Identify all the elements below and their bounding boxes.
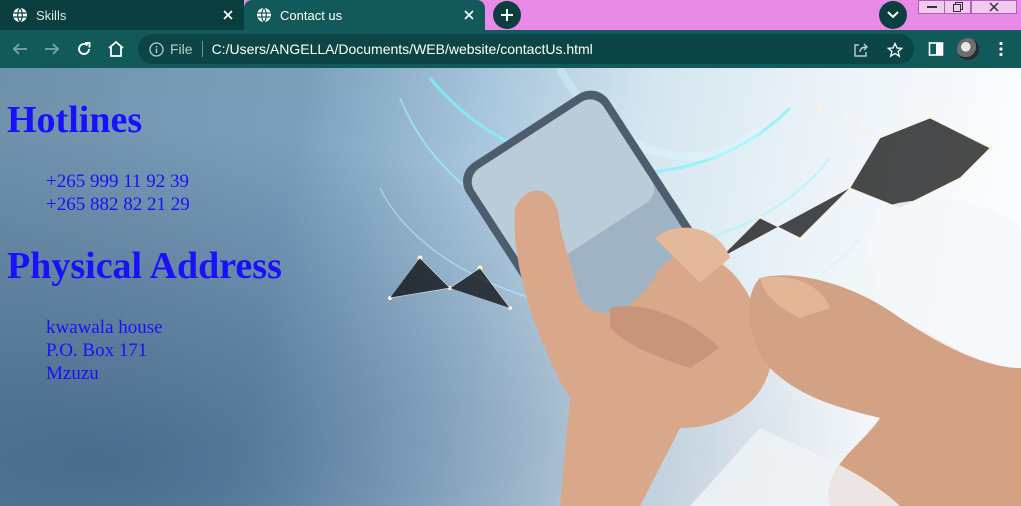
side-panel-icon xyxy=(928,42,944,56)
home-icon xyxy=(108,40,124,57)
close-tab-icon[interactable] xyxy=(461,7,477,23)
address-bar[interactable]: File C:/Users/ANGELLA/Documents/WEB/webs… xyxy=(138,34,914,64)
close-icon xyxy=(989,2,999,12)
address-line: kwawala house xyxy=(46,317,163,338)
reload-button[interactable] xyxy=(72,37,96,61)
plus-icon xyxy=(501,9,513,21)
address-line: P.O. Box 171 xyxy=(46,340,148,361)
phone-number: +265 999 11 92 39 xyxy=(46,171,190,192)
hotlines-heading: Hotlines xyxy=(7,99,143,141)
page-viewport: Hotlines +265 999 11 92 39 +265 882 82 2… xyxy=(0,68,1021,506)
minimize-button[interactable] xyxy=(918,0,945,14)
tab-strip: Skills Contact us xyxy=(0,0,1021,30)
kebab-menu-icon xyxy=(999,41,1003,57)
physical-address-heading: Physical Address xyxy=(7,245,282,287)
scheme-label: File xyxy=(170,41,193,57)
phone-number: +265 882 82 21 29 xyxy=(46,194,190,215)
restore-button[interactable] xyxy=(944,0,971,14)
hotline-numbers: +265 999 11 92 39 +265 882 82 21 29 xyxy=(46,170,190,216)
close-window-button[interactable] xyxy=(971,0,1017,14)
tab-title: Contact us xyxy=(280,7,343,23)
address-line: Mzuzu xyxy=(46,363,99,384)
home-button[interactable] xyxy=(104,37,128,61)
restore-icon xyxy=(952,2,963,12)
browser-toolbar: File C:/Users/ANGELLA/Documents/WEB/webs… xyxy=(0,30,1021,68)
bookmark-star-icon[interactable] xyxy=(886,41,904,59)
url-text[interactable]: C:/Users/ANGELLA/Documents/WEB/website/c… xyxy=(212,41,593,57)
globe-icon xyxy=(257,7,271,23)
tab-contact-us[interactable]: Contact us xyxy=(244,0,485,30)
tab-title: Skills xyxy=(36,7,67,23)
profile-avatar[interactable] xyxy=(957,38,979,60)
address-lines: kwawala house P.O. Box 171 Mzuzu xyxy=(46,316,163,385)
forward-button[interactable] xyxy=(40,37,64,61)
arrow-left-icon xyxy=(12,43,27,55)
tab-skills[interactable]: Skills xyxy=(0,0,244,30)
chevron-down-icon xyxy=(887,11,899,19)
menu-button[interactable] xyxy=(989,37,1013,61)
share-icon[interactable] xyxy=(852,41,870,59)
minimize-icon xyxy=(926,6,937,8)
close-tab-icon[interactable] xyxy=(220,7,236,23)
globe-icon xyxy=(13,7,27,23)
page-content: Hotlines +265 999 11 92 39 +265 882 82 2… xyxy=(0,68,1021,506)
info-icon[interactable] xyxy=(148,41,164,57)
side-panel-button[interactable] xyxy=(924,37,948,61)
arrow-right-icon xyxy=(45,43,60,55)
tab-search-button[interactable] xyxy=(879,1,907,29)
divider xyxy=(201,41,203,57)
reload-icon xyxy=(78,42,91,55)
new-tab-button[interactable] xyxy=(493,1,521,29)
back-button[interactable] xyxy=(8,37,32,61)
